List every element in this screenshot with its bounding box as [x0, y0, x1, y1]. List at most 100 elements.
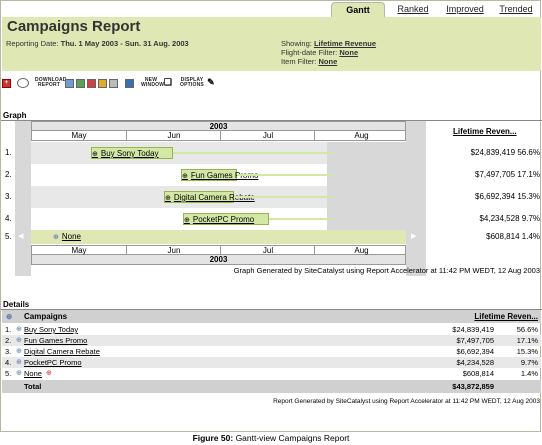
- row-number: 4.: [5, 358, 12, 367]
- gantt-pct: 1.4%: [521, 232, 540, 241]
- campaign-link[interactable]: None: [24, 368, 42, 379]
- reporting-date: Reporting Date: Thu. 1 May 2003 - Sun. 3…: [6, 39, 189, 48]
- gantt-pct: 15.3%: [517, 192, 540, 201]
- gantt-bar[interactable]: ⊕ Digital Camera Rebate: [164, 191, 255, 203]
- gantt-bar-tail: [237, 174, 333, 176]
- campaign-link[interactable]: Buy Sony Today: [24, 324, 78, 335]
- gantt-bar-tail: [269, 218, 333, 220]
- month-jul: Jul: [220, 131, 315, 140]
- gantt-row-bg: [31, 230, 406, 244]
- flight-date-label: Flight-date Filter:: [281, 48, 338, 57]
- magnify-icon[interactable]: ⊕: [16, 368, 22, 379]
- bookmark-icon[interactable]: +: [2, 78, 11, 88]
- gantt-month-header: May Jun Jul Aug: [31, 131, 406, 141]
- gantt-bar-tail: [173, 152, 333, 154]
- campaign-link[interactable]: PocketPC Promo: [24, 357, 82, 368]
- figure-label: Figure 50:: [192, 433, 234, 443]
- month-jun: Jun: [126, 131, 221, 140]
- gantt-row-value: $6,692,394 15.3%: [475, 192, 540, 201]
- report-toolbar: + DOWNLOAD REPORT NEW WINDOW ❏ DISPLAY O…: [2, 75, 216, 91]
- row-pct: 56.6%: [516, 325, 538, 334]
- new-window-icon[interactable]: ❏: [163, 77, 173, 88]
- gantt-row-value: $7,497,705 17.1%: [475, 170, 540, 179]
- row-value: $7,497,705: [456, 336, 494, 345]
- gantt-row-value: $608,814 1.4%: [486, 232, 540, 241]
- magnify-icon[interactable]: ⊕: [16, 324, 22, 335]
- graph-metric-header[interactable]: Lifetime Reven...: [453, 127, 517, 136]
- gantt-row-number: 4.: [5, 214, 12, 223]
- new-window-label: NEW WINDOW: [141, 77, 165, 88]
- flight-date-link[interactable]: None: [339, 48, 358, 57]
- gantt-bar[interactable]: ⊕ PocketPC Promo: [183, 213, 269, 225]
- csv-icon[interactable]: [109, 78, 118, 88]
- email-icon[interactable]: [17, 78, 29, 88]
- table-row: 1. ⊕ Buy Sony Today $24,839,419 56.6%: [2, 324, 541, 335]
- item-filter-link[interactable]: None: [319, 57, 338, 66]
- page-title: Campaigns Report: [7, 18, 141, 35]
- gantt-month-footer: May Jun Jul Aug: [31, 245, 406, 255]
- gantt-year-footer: 2003: [31, 255, 406, 265]
- details-footer: Report Generated by SiteCatalyst using R…: [273, 398, 540, 405]
- magnify-icon[interactable]: ⊕: [182, 173, 188, 180]
- magnify-icon[interactable]: ⊕: [16, 335, 22, 346]
- gantt-value: $4,234,528: [479, 214, 520, 223]
- figure-text: Gantt-view Campaigns Report: [235, 433, 350, 443]
- gantt-bar[interactable]: ⊕ Fun Games Promo: [181, 169, 258, 181]
- magnify-icon[interactable]: ⊕: [16, 346, 22, 357]
- gantt-value: $7,497,705: [475, 170, 516, 179]
- table-row: 5. ⊕ None ⊕ $608,814 1.4%: [2, 368, 541, 379]
- info-icon[interactable]: ⊕: [46, 368, 52, 379]
- pdf-icon[interactable]: [65, 78, 74, 88]
- magnify-icon[interactable]: ⊕: [16, 357, 22, 368]
- details-col-metric[interactable]: Lifetime Reven...: [474, 310, 538, 323]
- print-icon[interactable]: [125, 78, 134, 88]
- tab-improved[interactable]: Improved: [443, 2, 487, 16]
- scroll-left-icon[interactable]: ◀: [18, 232, 23, 240]
- view-tabs: Gantt Ranked Improved Trended: [1, 1, 542, 17]
- word-icon[interactable]: [98, 78, 107, 88]
- pdf-icon[interactable]: [87, 78, 96, 88]
- details-header-row: ⊕ Campaigns Lifetime Reven...: [2, 310, 541, 323]
- tab-ranked[interactable]: Ranked: [393, 2, 433, 16]
- gantt-bar-label[interactable]: None: [62, 232, 81, 241]
- gantt-row-number: 3.: [5, 192, 12, 201]
- magnify-icon[interactable]: ⊕: [165, 195, 171, 202]
- gantt-pct: 9.7%: [521, 214, 540, 223]
- row-number: 5.: [5, 369, 12, 378]
- gantt-bar-label[interactable]: Buy Sony Today: [101, 149, 159, 158]
- total-row: Total $43,872,859: [2, 380, 541, 393]
- details-section-title: Details: [3, 300, 30, 309]
- magnify-icon[interactable]: ⊕: [184, 217, 190, 224]
- display-options-icon[interactable]: ✎: [206, 77, 216, 88]
- gantt-bar[interactable]: ⊕ Buy Sony Today: [91, 147, 173, 159]
- excel-icon[interactable]: [76, 78, 85, 88]
- gantt-bar[interactable]: ⊕ None: [53, 232, 81, 241]
- showing-filter: Showing: Lifetime Revenue: [281, 39, 376, 48]
- gantt-gutter: [15, 121, 31, 276]
- gantt-row-value: $4,234,528 9.7%: [479, 214, 540, 223]
- display-options-label: DISPLAY OPTIONS: [180, 77, 204, 88]
- report-header: Campaigns Report Reporting Date: Thu. 1 …: [2, 17, 541, 71]
- gantt-pct: 17.1%: [517, 170, 540, 179]
- month-aug: Aug: [314, 131, 408, 140]
- gantt-value: $24,839,419: [470, 148, 516, 157]
- total-label: Total: [24, 382, 42, 391]
- reporting-date-value: Thu. 1 May 2003 - Sun. 31 Aug. 2003: [60, 39, 189, 48]
- magnify-icon[interactable]: ⊕: [53, 234, 59, 241]
- magnify-icon[interactable]: ⊕: [92, 151, 98, 158]
- gantt-value: $6,692,394: [475, 192, 516, 201]
- showing-label: Showing:: [281, 39, 312, 48]
- scroll-right-icon[interactable]: ▶: [411, 232, 416, 240]
- item-filter: Item Filter: None: [281, 57, 337, 66]
- showing-link[interactable]: Lifetime Revenue: [314, 39, 376, 48]
- campaign-link[interactable]: Fun Games Promo: [24, 335, 87, 346]
- graph-section-title: Graph: [3, 111, 27, 120]
- row-number: 3.: [5, 347, 12, 356]
- row-pct: 17.1%: [516, 336, 538, 345]
- gantt-bar-label[interactable]: PocketPC Promo: [193, 215, 254, 224]
- gantt-row-number: 2.: [5, 170, 12, 179]
- gantt-year-header: 2003: [31, 121, 406, 131]
- tab-gantt[interactable]: Gantt: [331, 2, 385, 17]
- campaign-link[interactable]: Digital Camera Rebate: [24, 346, 100, 357]
- tab-trended[interactable]: Trended: [495, 2, 537, 16]
